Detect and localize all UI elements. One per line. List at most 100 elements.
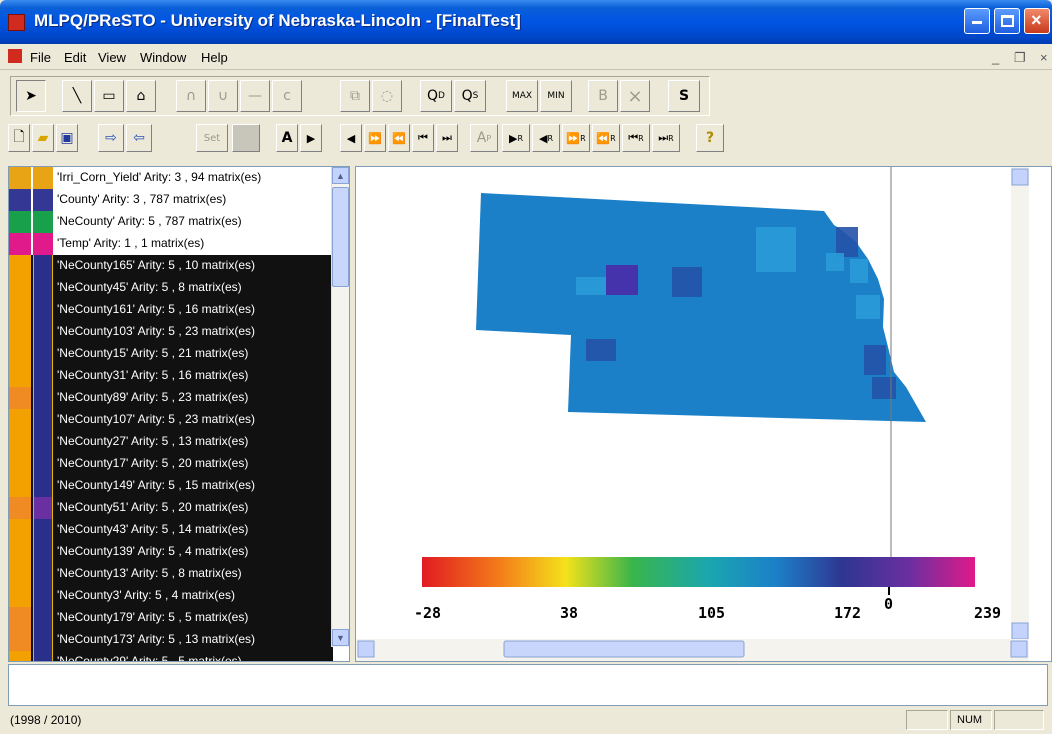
rectangle-tool-button[interactable]: ▭: [94, 80, 124, 112]
line-color-swatch[interactable]: [33, 277, 53, 299]
relation-item[interactable]: 'NeCounty139' Arity: 5 , 4 matrix(es): [9, 541, 333, 563]
play-back-button[interactable]: ◀: [340, 124, 362, 152]
line-color-swatch[interactable]: [33, 651, 53, 661]
line-color-swatch[interactable]: [33, 189, 53, 211]
rewind-r-button[interactable]: ⏪ R: [592, 124, 620, 152]
first-r-button[interactable]: ⏮ R: [622, 124, 650, 152]
county-region[interactable]: [756, 227, 796, 272]
line-color-swatch[interactable]: [33, 519, 53, 541]
map-scroll-right-button[interactable]: [1010, 640, 1028, 658]
animate-button[interactable]: A: [276, 124, 298, 152]
list-vertical-scrollbar[interactable]: ▲ ▼: [331, 167, 349, 647]
menu-window[interactable]: Window: [140, 50, 186, 65]
line-color-swatch[interactable]: [33, 431, 53, 453]
mdi-restore-button[interactable]: ❐: [1014, 50, 1026, 66]
min-button[interactable]: MIN: [540, 80, 572, 112]
relation-item[interactable]: 'NeCounty45' Arity: 5 , 8 matrix(es): [9, 277, 333, 299]
back-r-button[interactable]: ◀ R: [532, 124, 560, 152]
relation-item[interactable]: 'County' Arity: 3 , 787 matrix(es): [9, 189, 333, 211]
relation-item[interactable]: 'NeCounty103' Arity: 5 , 23 matrix(es): [9, 321, 333, 343]
rewind-button[interactable]: ⏪: [388, 124, 410, 152]
fill-color-swatch[interactable]: [9, 475, 31, 497]
line-color-swatch[interactable]: [33, 233, 53, 255]
line-color-swatch[interactable]: [33, 585, 53, 607]
buffer-button[interactable]: ⧉: [340, 80, 370, 112]
relation-item[interactable]: 'NeCounty3' Arity: 5 , 4 matrix(es): [9, 585, 333, 607]
map-canvas[interactable]: [356, 167, 1052, 662]
line-color-swatch[interactable]: [33, 211, 53, 233]
b-button[interactable]: B: [588, 80, 618, 112]
fast-forward-button[interactable]: ⏩: [364, 124, 386, 152]
help-button[interactable]: ?: [696, 124, 724, 152]
new-button[interactable]: 🗋: [8, 124, 30, 152]
line-color-swatch[interactable]: [33, 387, 53, 409]
relation-item[interactable]: 'NeCounty29' Arity: 5 , 5 matrix(es): [9, 651, 333, 661]
line-color-swatch[interactable]: [33, 409, 53, 431]
relation-item[interactable]: 'NeCounty27' Arity: 5 , 13 matrix(es): [9, 431, 333, 453]
fill-color-swatch[interactable]: [9, 211, 31, 233]
county-region[interactable]: [856, 295, 880, 319]
fill-color-swatch[interactable]: [9, 365, 31, 387]
relation-item[interactable]: 'NeCounty161' Arity: 5 , 16 matrix(es): [9, 299, 333, 321]
line-color-swatch[interactable]: [33, 255, 53, 277]
menu-edit[interactable]: Edit: [64, 50, 86, 65]
county-region[interactable]: [826, 253, 844, 271]
intersection-button[interactable]: ∩: [176, 80, 206, 112]
line-color-swatch[interactable]: [33, 563, 53, 585]
maximize-button[interactable]: [994, 8, 1020, 34]
map-horizontal-thumb[interactable]: [503, 640, 745, 658]
relation-item[interactable]: 'Temp' Arity: 1 , 1 matrix(es): [9, 233, 333, 255]
line-color-swatch[interactable]: [33, 299, 53, 321]
max-button[interactable]: MAX: [506, 80, 538, 112]
fill-color-swatch[interactable]: [9, 585, 31, 607]
app-icon[interactable]: [8, 14, 25, 31]
fill-color-swatch[interactable]: [9, 519, 31, 541]
open-button[interactable]: ▰: [32, 124, 54, 152]
command-area[interactable]: [8, 664, 1048, 706]
union-button[interactable]: ∪: [208, 80, 238, 112]
query-d-button[interactable]: QD: [420, 80, 452, 112]
county-region[interactable]: [672, 267, 702, 297]
relation-item[interactable]: 'NeCounty179' Arity: 5 , 5 matrix(es): [9, 607, 333, 629]
fill-color-swatch[interactable]: [9, 409, 31, 431]
first-button[interactable]: ⏮: [412, 124, 434, 152]
line-color-swatch[interactable]: [33, 629, 53, 651]
export-button[interactable]: ⇦: [126, 124, 152, 152]
line-color-swatch[interactable]: [33, 497, 53, 519]
county-region[interactable]: [606, 265, 638, 295]
map-scroll-down-button[interactable]: [1011, 622, 1029, 640]
fill-color-swatch[interactable]: [9, 497, 31, 519]
fill-color-swatch[interactable]: [9, 167, 31, 189]
pointer-tool-button[interactable]: ➤: [16, 80, 46, 112]
fast-forward-r-button[interactable]: ⏩ R: [562, 124, 590, 152]
s-button[interactable]: S: [668, 80, 700, 112]
scroll-down-button[interactable]: ▼: [332, 629, 349, 646]
fill-color-swatch[interactable]: [9, 431, 31, 453]
relation-item[interactable]: 'NeCounty173' Arity: 5 , 13 matrix(es): [9, 629, 333, 651]
document-icon[interactable]: [8, 49, 22, 63]
menu-file[interactable]: File: [30, 50, 51, 65]
save-button[interactable]: ▣: [56, 124, 78, 152]
last-r-button[interactable]: ⏭ R: [652, 124, 680, 152]
fill-color-swatch[interactable]: [9, 541, 31, 563]
fill-color-swatch[interactable]: [9, 453, 31, 475]
scroll-thumb[interactable]: [332, 187, 349, 287]
line-color-swatch[interactable]: [33, 167, 53, 189]
query-s-button[interactable]: QS: [454, 80, 486, 112]
relation-item[interactable]: 'NeCounty149' Arity: 5 , 15 matrix(es): [9, 475, 333, 497]
fill-color-swatch[interactable]: [9, 233, 31, 255]
relation-item[interactable]: 'NeCounty15' Arity: 5 , 21 matrix(es): [9, 343, 333, 365]
minimize-button[interactable]: [964, 8, 990, 34]
line-color-swatch[interactable]: [33, 343, 53, 365]
relation-item[interactable]: 'NeCounty165' Arity: 5 , 10 matrix(es): [9, 255, 333, 277]
play-forward-button[interactable]: ▶: [300, 124, 322, 152]
mdi-close-button[interactable]: ×: [1040, 50, 1048, 65]
fill-color-swatch[interactable]: [9, 277, 31, 299]
relation-item[interactable]: 'NeCounty31' Arity: 5 , 16 matrix(es): [9, 365, 333, 387]
mdi-minimize-button[interactable]: _: [992, 50, 999, 65]
last-button[interactable]: ⏭: [436, 124, 458, 152]
relation-item[interactable]: 'NeCounty43' Arity: 5 , 14 matrix(es): [9, 519, 333, 541]
line-color-swatch[interactable]: [33, 365, 53, 387]
set-button[interactable]: Set: [196, 124, 228, 152]
line-tool-button[interactable]: ╲: [62, 80, 92, 112]
